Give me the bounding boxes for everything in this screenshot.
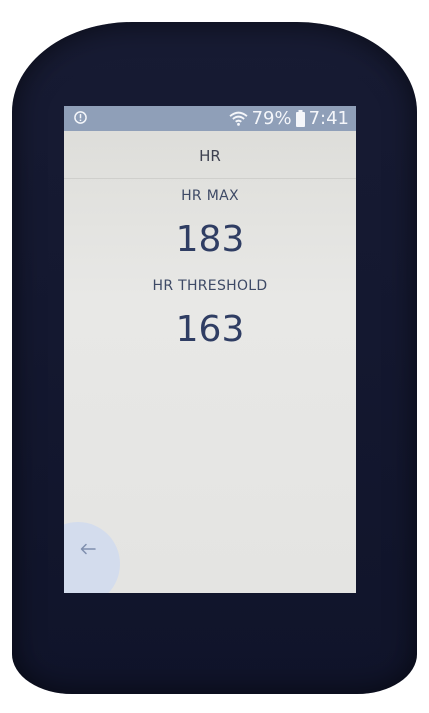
- page-title: HR: [199, 147, 221, 165]
- back-button[interactable]: [64, 522, 120, 593]
- wifi-icon: [229, 111, 248, 126]
- hr-max-label: HR MAX: [181, 188, 239, 204]
- back-arrow-icon: [80, 543, 96, 555]
- status-bar: 79% 7:41: [64, 106, 356, 131]
- title-divider: [64, 178, 356, 179]
- status-indicators: 79% 7:41: [229, 107, 349, 130]
- battery-icon: [295, 110, 305, 127]
- hr-max-value[interactable]: 183: [64, 219, 356, 260]
- hr-threshold-label: HR THRESHOLD: [152, 278, 268, 294]
- battery-percent: 79%: [251, 108, 292, 129]
- clock: 7:41: [308, 108, 349, 129]
- device-screen: 79% 7:41 HR HR MAX 183 HR THRESHOLD 163: [64, 106, 356, 593]
- hr-threshold-value[interactable]: 163: [64, 309, 356, 350]
- alert-icon: [74, 111, 87, 124]
